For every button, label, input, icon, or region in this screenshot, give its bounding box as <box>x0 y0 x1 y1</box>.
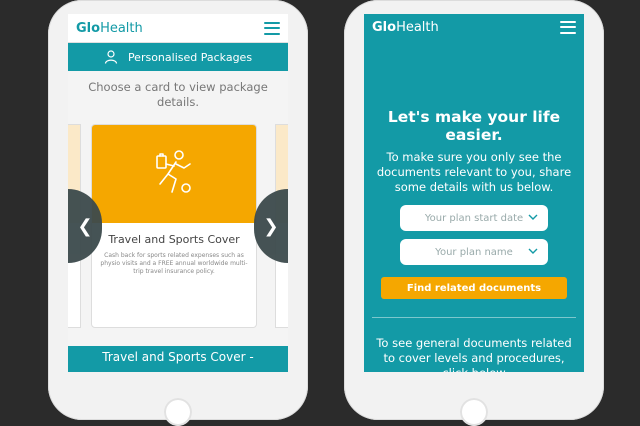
selected-package-title: Travel and Sports Cover - <box>68 346 288 372</box>
documents-screen: GloHealth Let's make your life easier. T… <box>364 14 584 372</box>
glohealth-logo[interactable]: GloHealth <box>76 21 143 36</box>
packages-screen: GloHealth Personalised Packages Choose a… <box>68 14 288 372</box>
chevron-left-icon: ❮ <box>77 215 93 237</box>
hamburger-menu-icon[interactable] <box>560 20 576 34</box>
general-documents-text: To see general documents related to cove… <box>376 336 572 372</box>
phone-frame-left: GloHealth Personalised Packages Choose a… <box>48 0 308 426</box>
plan-start-date-select[interactable]: Your plan start date <box>400 205 548 231</box>
plan-name-select[interactable]: Your plan name <box>400 239 548 265</box>
find-related-documents-button[interactable]: Find related documents <box>381 277 567 299</box>
chevron-right-icon: ❯ <box>263 215 279 237</box>
glohealth-logo[interactable]: GloHealth <box>372 20 439 35</box>
home-button[interactable] <box>164 398 192 426</box>
person-icon <box>104 50 118 64</box>
phone-frame-right: GloHealth Let's make your life easier. T… <box>344 0 604 426</box>
package-bar-label: Personalised Packages <box>127 50 253 64</box>
carousel-next-button[interactable]: ❯ <box>254 189 288 263</box>
hamburger-menu-icon[interactable] <box>264 21 280 35</box>
intro-text: To make sure you only see the documents … <box>376 150 572 194</box>
card-title: Travel and Sports Cover <box>108 233 240 246</box>
chevron-down-icon <box>528 214 538 220</box>
headline: Let's make your life easier. <box>387 108 561 144</box>
traveller-running-icon <box>156 150 191 193</box>
card-illustration <box>92 125 256 223</box>
card-carousel: Travel and Sports Cover Cash back for sp… <box>68 124 288 332</box>
top-bar: GloHealth <box>68 14 288 43</box>
chevron-down-icon <box>528 248 538 254</box>
package-card-travel-sports[interactable]: Travel and Sports Cover Cash back for sp… <box>91 124 257 328</box>
choose-card-hint: Choose a card to view package details. <box>88 80 268 109</box>
top-bar: GloHealth <box>364 14 584 40</box>
home-button[interactable] <box>460 398 488 426</box>
divider <box>372 317 576 318</box>
personalised-packages-bar[interactable]: Personalised Packages <box>68 43 288 71</box>
card-description: Cash back for sports related expenses su… <box>100 252 248 275</box>
